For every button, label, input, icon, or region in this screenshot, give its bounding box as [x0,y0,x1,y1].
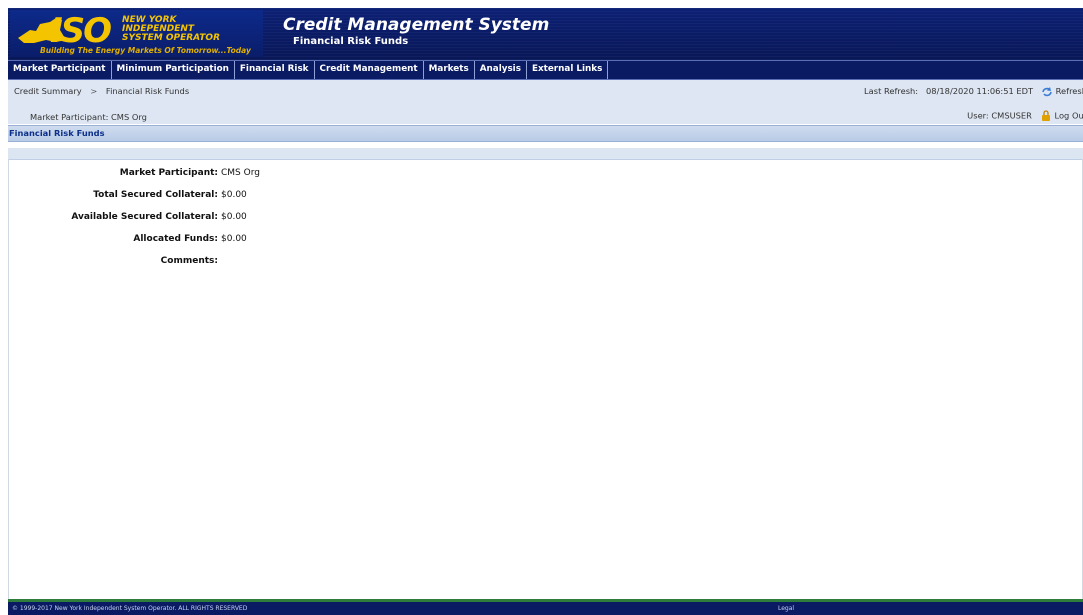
menu-market-participant[interactable]: Market Participant [8,61,112,79]
field-value [218,254,221,276]
user-info: User: CMSUSER Log Out [967,110,1083,122]
field-value: CMS Org [221,168,260,178]
footer: © 1999-2017 New York Independent System … [8,602,1083,615]
breadcrumb-credit-summary[interactable]: Credit Summary [14,86,82,96]
field-value: $0.00 [221,234,247,244]
last-refresh-value: 08/18/2020 11:06:51 EDT [926,86,1034,96]
footer-legal-link[interactable]: Legal [778,602,794,615]
field-row-allocated-funds: Allocated Funds: $0.00 [8,232,408,254]
field-value: $0.00 [221,212,247,222]
menu-credit-management[interactable]: Credit Management [315,61,424,79]
breadcrumb-bar: Credit Summary > Financial Risk Funds La… [8,80,1083,124]
breadcrumb-separator: > [90,86,98,96]
field-row-market-participant: Market Participant: CMS Org [8,166,408,188]
app-header: ISO NEW YORK INDEPENDENT SYSTEM OPERATOR… [8,8,1083,60]
menu-analysis[interactable]: Analysis [475,61,527,79]
page-subtitle: Financial Risk Funds [293,36,409,47]
field-label: Total Secured Collateral: [93,190,218,200]
app-title: Credit Management System [283,15,550,35]
field-row-comments: Comments: [8,254,408,276]
menu-minimum-participation[interactable]: Minimum Participation [112,61,235,79]
nyiso-logo[interactable]: ISO NEW YORK INDEPENDENT SYSTEM OPERATOR… [10,10,263,57]
market-participant-label: Market Participant: CMS Org [30,112,147,122]
section-title: Financial Risk Funds [8,125,1083,142]
last-refresh-label: Last Refresh: [864,86,919,96]
menu-markets[interactable]: Markets [424,61,475,79]
field-row-total-secured-collateral: Total Secured Collateral: $0.00 [8,188,408,210]
refresh-icon[interactable] [1041,86,1053,97]
refresh-button[interactable]: Refresh [1056,86,1083,96]
main-menu: Market Participant Minimum Participation… [8,60,1083,80]
breadcrumb-current: Financial Risk Funds [105,86,190,96]
menu-financial-risk[interactable]: Financial Risk [235,61,315,79]
logo-tagline: Building The Energy Markets Of Tomorrow.… [40,46,251,55]
footer-copyright: © 1999-2017 New York Independent System … [12,605,248,612]
menu-external-links[interactable]: External Links [527,61,609,79]
field-value: $0.00 [221,190,247,200]
logo-org-name: NEW YORK INDEPENDENT SYSTEM OPERATOR [122,15,221,43]
user-label: User: CMSUSER [967,110,1032,121]
detail-fields: Market Participant: CMS Org Total Secure… [8,166,408,276]
logout-icon[interactable] [1040,110,1052,122]
field-label: Comments: [160,256,218,266]
last-refresh: Last Refresh: 08/18/2020 11:06:51 EDT Re… [864,86,1083,97]
field-label: Available Secured Collateral: [71,212,218,222]
field-label: Market Participant: [119,168,218,178]
field-label: Allocated Funds: [133,234,218,244]
breadcrumb: Credit Summary > Financial Risk Funds [14,86,189,96]
field-row-available-secured-collateral: Available Secured Collateral: $0.00 [8,210,408,232]
logout-button[interactable]: Log Out [1055,111,1083,121]
logo-iso-text: ISO [50,11,112,51]
